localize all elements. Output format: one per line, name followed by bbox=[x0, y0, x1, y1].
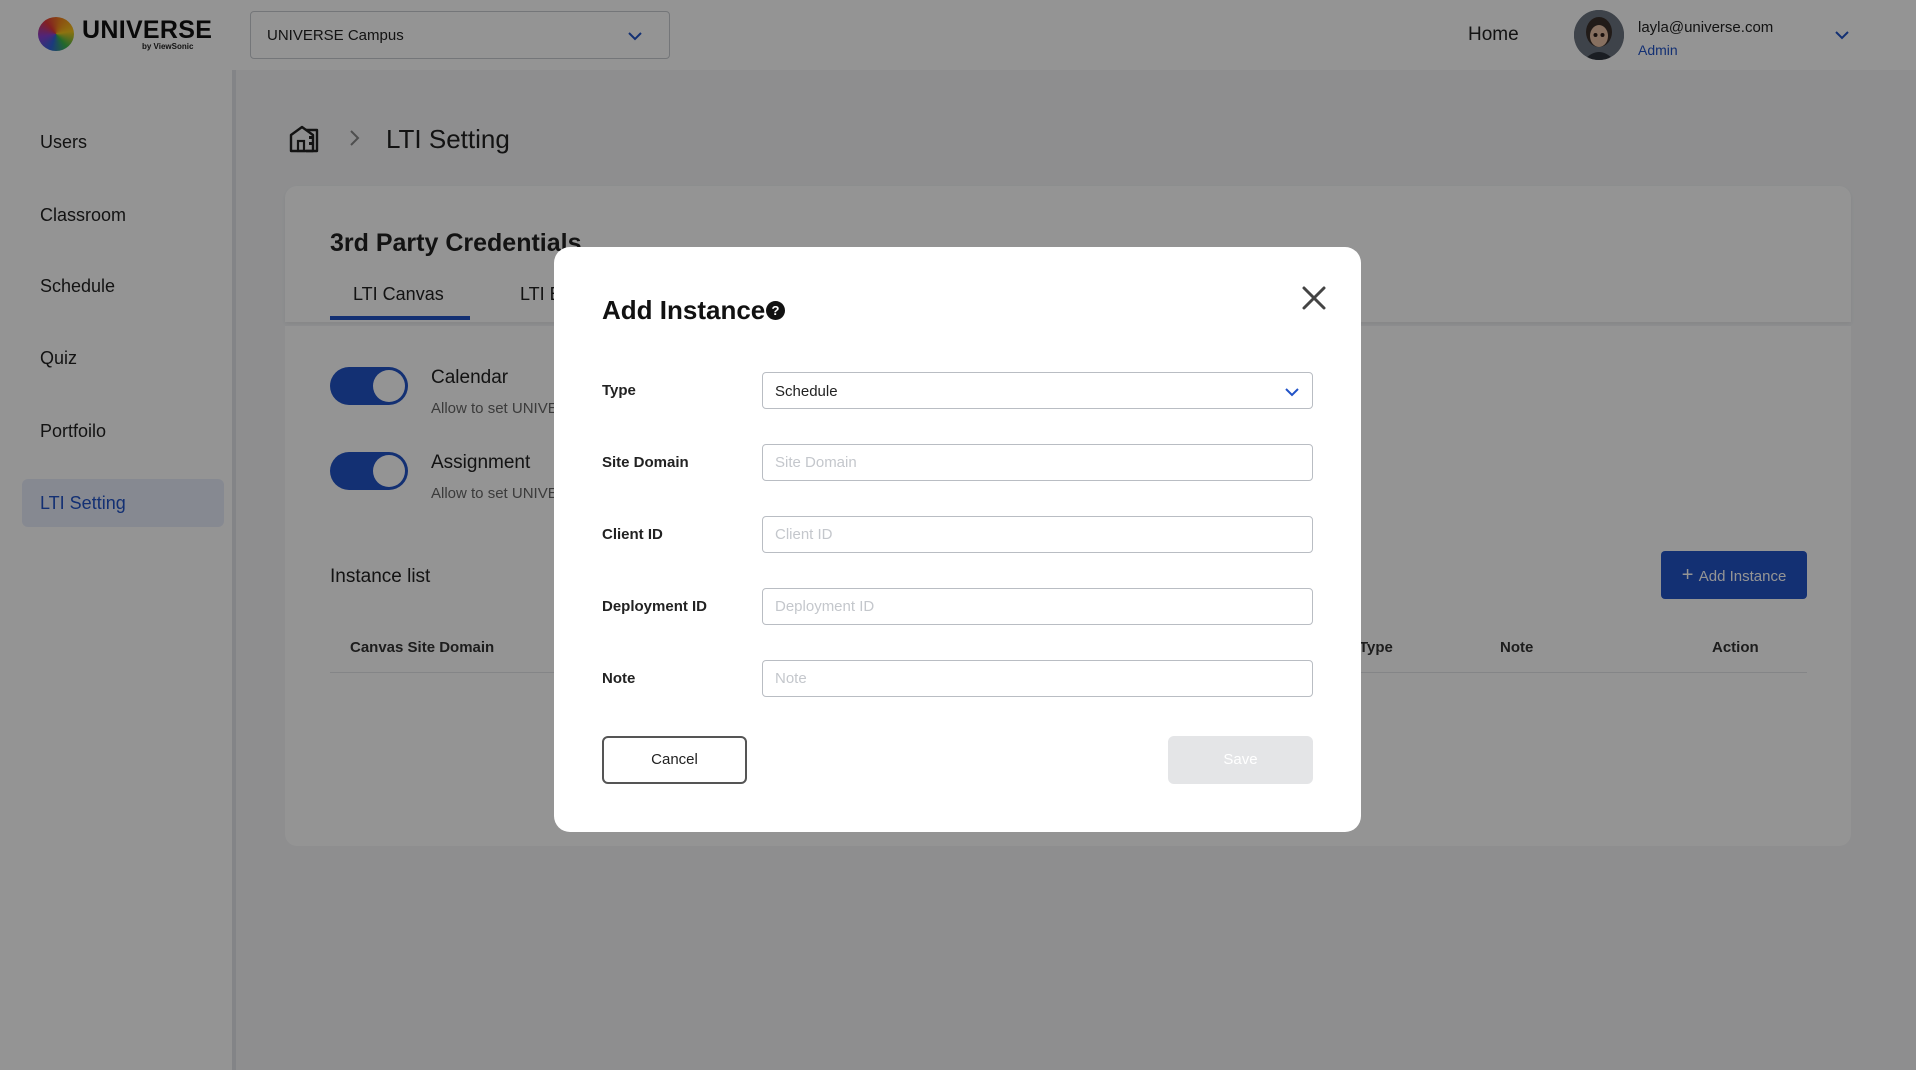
note-input[interactable] bbox=[762, 660, 1313, 697]
cancel-button[interactable]: Cancel bbox=[602, 736, 747, 784]
close-icon[interactable] bbox=[1299, 283, 1329, 313]
add-instance-dialog: Add Instance ? Type Schedule Site Domain… bbox=[554, 247, 1361, 832]
client-id-label: Client ID bbox=[602, 526, 663, 543]
type-label: Type bbox=[602, 382, 636, 399]
type-select-value: Schedule bbox=[775, 383, 838, 400]
deployment-id-input[interactable] bbox=[762, 588, 1313, 625]
dialog-title: Add Instance bbox=[602, 295, 766, 325]
save-button[interactable]: Save bbox=[1168, 736, 1313, 784]
type-select[interactable]: Schedule bbox=[762, 372, 1313, 409]
site-domain-input[interactable] bbox=[762, 444, 1313, 481]
client-id-input[interactable] bbox=[762, 516, 1313, 553]
note-label: Note bbox=[602, 670, 636, 687]
help-icon[interactable]: ? bbox=[766, 301, 785, 320]
site-domain-label: Site Domain bbox=[602, 454, 689, 471]
chevron-down-icon bbox=[1285, 388, 1299, 397]
deployment-id-label: Deployment ID bbox=[602, 598, 708, 615]
